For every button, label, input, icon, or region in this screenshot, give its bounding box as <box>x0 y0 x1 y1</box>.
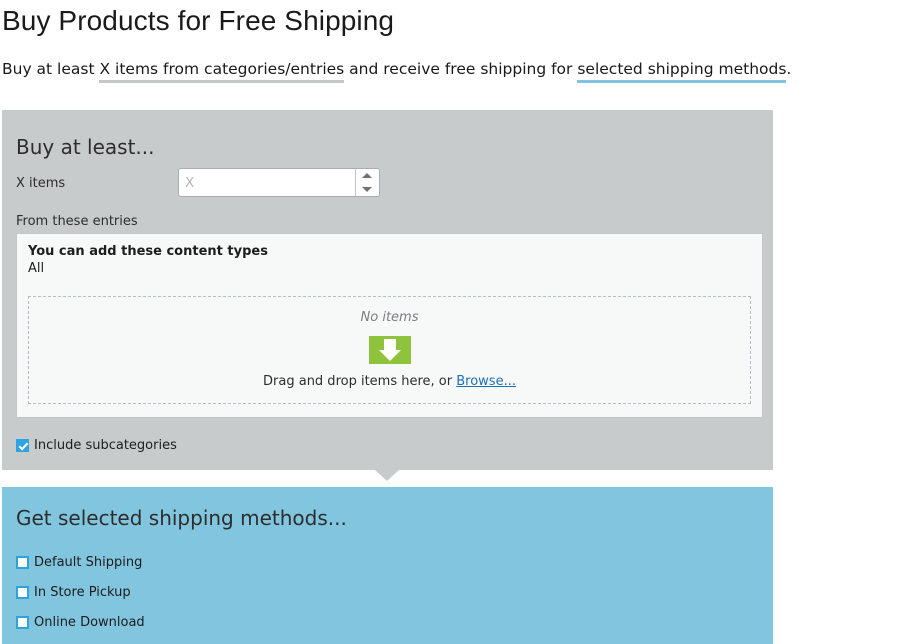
panel-connector-triangle-icon <box>375 470 399 481</box>
condition-panel-heading: Buy at least... <box>16 135 155 159</box>
dropzone-empty-text: No items <box>360 310 419 325</box>
triangle-down-icon[interactable] <box>356 183 379 197</box>
arrow-head <box>378 350 401 361</box>
quantity-input[interactable] <box>179 169 355 196</box>
quantity-field-label: X items <box>16 176 66 191</box>
content-types-title: You can add these content types <box>28 244 268 259</box>
sentence-part-1: Buy at least <box>2 60 100 78</box>
entries-box: You can add these content types All No i… <box>16 233 763 418</box>
triangle-up-icon[interactable] <box>356 169 379 183</box>
dropzone-hint-text: Drag and drop items here, or <box>263 374 457 389</box>
browse-link[interactable]: Browse... <box>456 374 516 389</box>
dropzone[interactable]: No items Drag and drop items here, or Br… <box>28 296 751 404</box>
include-subcategories-label: Include subcategories <box>34 438 177 453</box>
sentence-part-2: and receive free shipping for <box>344 60 578 78</box>
action-panel: Get selected shipping methods... Default… <box>2 487 773 644</box>
shipping-method-label: Online Download <box>34 614 145 630</box>
dropzone-hint: Drag and drop items here, or Browse... <box>29 374 750 389</box>
entries-section-label: From these entries <box>16 214 138 229</box>
shipping-method-row[interactable]: Default Shipping <box>2 547 773 577</box>
shipping-method-label: Default Shipping <box>34 554 143 570</box>
quantity-stepper[interactable] <box>178 168 380 197</box>
action-panel-heading: Get selected shipping methods... <box>16 506 347 530</box>
condition-panel: Buy at least... X items From these entri… <box>2 110 773 470</box>
shipping-method-checkbox[interactable] <box>16 585 29 599</box>
include-subcategories-checkbox[interactable] <box>16 439 29 452</box>
shipping-method-row[interactable]: Online Download <box>2 607 773 637</box>
stepper-buttons <box>354 169 379 197</box>
sentence-highlight-action[interactable]: selected shipping methods <box>577 60 787 83</box>
page-title: Buy Products for Free Shipping <box>2 5 395 36</box>
shipping-method-row[interactable]: In Store Pickup <box>2 577 773 607</box>
shipping-methods-list: Default Shipping In Store Pickup Online … <box>2 547 773 637</box>
include-subcategories-row[interactable]: Include subcategories <box>16 438 177 453</box>
content-types-value: All <box>28 261 45 276</box>
sentence-part-3: . <box>786 60 792 78</box>
download-arrow-icon <box>368 336 411 364</box>
shipping-method-checkbox[interactable] <box>16 615 29 629</box>
rule-summary-sentence: Buy at least X items from categories/ent… <box>0 38 909 83</box>
quantity-field-row: X items <box>2 168 773 208</box>
shipping-method-label: In Store Pickup <box>34 584 131 600</box>
sentence-highlight-condition[interactable]: X items from categories/entries <box>99 60 345 83</box>
shipping-method-checkbox[interactable] <box>16 555 29 569</box>
